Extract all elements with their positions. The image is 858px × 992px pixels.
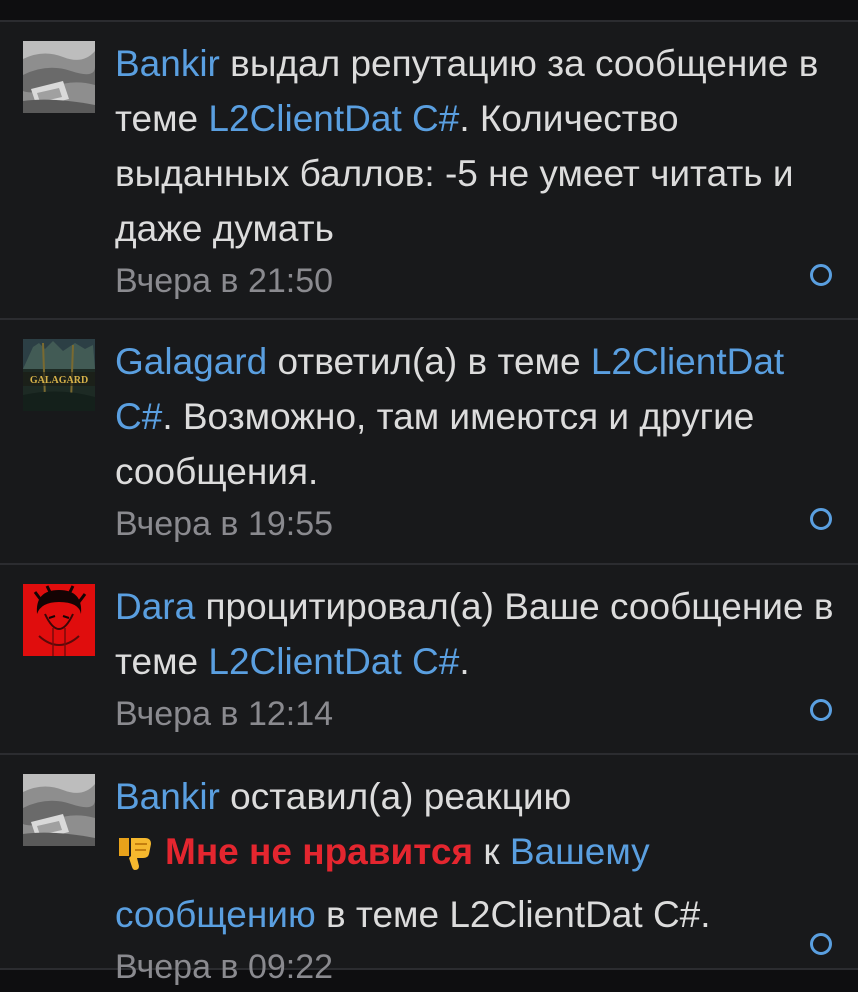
alert-time[interactable]: Вчера в 19:55 (115, 499, 840, 549)
user-link[interactable]: Bankir (115, 776, 220, 817)
alert-item[interactable]: Dara процитировал(а) Ваше сообщение в те… (0, 565, 858, 755)
alert-time[interactable]: Вчера в 09:22 (115, 942, 840, 992)
thread-link[interactable]: L2ClientDat C# (208, 98, 459, 139)
alert-text: Bankir оставил(а) реакцию Мне не нравитс… (115, 769, 840, 992)
alert-time[interactable]: Вчера в 12:14 (115, 689, 840, 739)
alert-text-part: оставил(а) реакцию (219, 776, 572, 817)
thumbs-down-emoji (115, 832, 155, 887)
user-link[interactable]: Galagard (115, 341, 267, 382)
galagard-avatar[interactable]: GALAGARD (23, 339, 95, 411)
mark-read-button[interactable] (810, 933, 832, 955)
bankir-avatar[interactable] (23, 41, 95, 113)
alert-text: Dara процитировал(а) Ваше сообщение в те… (115, 579, 840, 739)
dara-avatar[interactable] (23, 584, 95, 656)
alert-text: Galagard ответил(а) в теме L2ClientDat C… (115, 334, 840, 549)
alert-item[interactable]: Bankir выдал репутацию за сообщение в те… (0, 22, 858, 320)
user-link[interactable]: Dara (115, 586, 195, 627)
alerts-list: Bankir выдал репутацию за сообщение в те… (0, 22, 858, 986)
alert-text-part: . Возможно, там имеются и другие сообщен… (115, 396, 755, 492)
bankir-avatar[interactable] (23, 774, 95, 846)
mark-read-button[interactable] (810, 699, 832, 721)
alert-text-part: ответил(а) в теме (267, 341, 591, 382)
top-divider (0, 0, 858, 22)
alert-item[interactable]: Bankir оставил(а) реакцию Мне не нравитс… (0, 755, 858, 986)
alert-time[interactable]: Вчера в 21:50 (115, 256, 840, 306)
user-link[interactable]: Bankir (115, 43, 220, 84)
alert-text-part: к (473, 831, 510, 872)
mark-read-button[interactable] (810, 264, 832, 286)
reaction-label: Мне не нравится (165, 831, 474, 872)
mark-read-button[interactable] (810, 508, 832, 530)
alert-text-part: . (459, 641, 470, 682)
thread-link[interactable]: L2ClientDat C# (208, 641, 459, 682)
alert-item[interactable]: GALAGARD Galagard ответил(а) в теме L2Cl… (0, 320, 858, 565)
alert-text: Bankir выдал репутацию за сообщение в те… (115, 36, 840, 306)
alert-text-part: в теме L2ClientDat C#. (315, 894, 711, 935)
galagard-avatar-text: GALAGARD (30, 375, 88, 386)
